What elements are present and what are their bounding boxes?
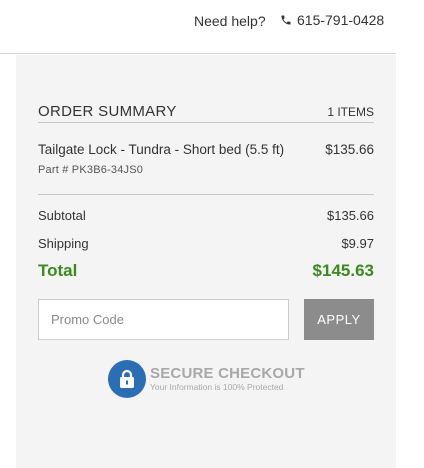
total-value: $145.63	[312, 261, 374, 280]
phone-icon	[281, 15, 291, 25]
shipping-row: Shipping $9.97	[38, 236, 374, 251]
item-price: $135.66	[325, 142, 374, 157]
secure-checkout-badge: SECURE CHECKOUT Your Information is 100%…	[108, 360, 305, 398]
phone-number[interactable]: 615-791-0428	[297, 12, 384, 28]
shipping-value: $9.97	[341, 236, 374, 251]
item-name: Tailgate Lock - Tundra - Short bed (5.5 …	[38, 142, 285, 157]
order-summary-header: ORDER SUMMARY 1 ITEMS	[38, 103, 374, 120]
promo-code-input[interactable]	[38, 299, 289, 340]
need-help-text: Need help?	[194, 13, 266, 29]
lock-icon	[108, 360, 146, 398]
subtotal-label: Subtotal	[38, 208, 86, 223]
list-item: Tailgate Lock - Tundra - Short bed (5.5 …	[38, 142, 374, 157]
shipping-label: Shipping	[38, 236, 89, 251]
top-bar: Need help? 615-791-0428	[0, 0, 396, 54]
order-summary-title: ORDER SUMMARY	[38, 103, 177, 120]
phone-link[interactable]: 615-791-0428	[280, 12, 384, 28]
divider	[38, 194, 374, 195]
divider	[38, 122, 374, 123]
subtotal-value: $135.66	[327, 208, 374, 223]
total-row: Total $145.63	[38, 261, 374, 281]
secure-checkout-subtitle: Your Information is 100% Protected	[150, 382, 284, 392]
item-part-number: Part # PK3B6-34JS0	[38, 164, 144, 176]
apply-button[interactable]: APPLY	[304, 299, 374, 340]
subtotal-row: Subtotal $135.66	[38, 208, 374, 223]
lock-glyph	[120, 369, 134, 388]
total-label: Total	[38, 261, 78, 280]
order-summary-panel: ORDER SUMMARY 1 ITEMS Tailgate Lock - Tu…	[16, 55, 396, 468]
item-count: 1 ITEMS	[327, 104, 374, 119]
secure-checkout-text: SECURE CHECKOUT Your Information is 100%…	[150, 365, 305, 393]
secure-checkout-title: SECURE CHECKOUT	[150, 365, 305, 382]
